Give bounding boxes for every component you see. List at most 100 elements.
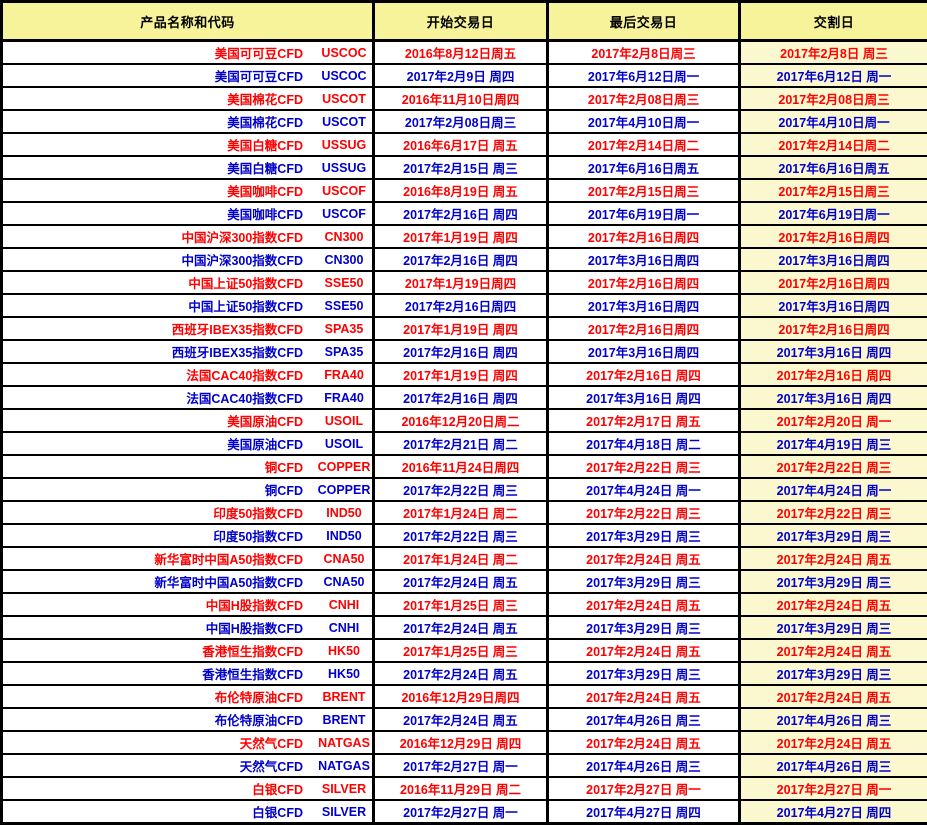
cell-product[interactable]: 香港恒生指数CFDHK50mar17	[2, 662, 374, 685]
table-row[interactable]: 印度50指数CFDIND50feb172017年1月24日 周二2017年2月2…	[2, 501, 927, 524]
table-row[interactable]: 美国咖啡CFDUSCOFmar172016年8月19日 周五2017年2月15日…	[2, 179, 927, 202]
cell-settlement-date[interactable]: 2017年2月08日周三	[740, 87, 927, 110]
cell-product[interactable]: 新华富时中国A50指数CFDCNA50mar17	[2, 570, 374, 593]
cell-last-trade-date[interactable]: 2017年3月16日 周四	[548, 386, 740, 409]
cell-last-trade-date[interactable]: 2017年4月24日 周一	[548, 478, 740, 501]
table-row[interactable]: 法国CAC40指数CFDFRA40feb172017年1月19日 周四2017年…	[2, 363, 927, 386]
cell-settlement-date[interactable]: 2017年3月16日周四	[740, 248, 927, 271]
cell-start-date[interactable]: 2017年2月16日 周四	[374, 248, 548, 271]
cell-product[interactable]: 印度50指数CFDIND50mar17	[2, 524, 374, 547]
cell-start-date[interactable]: 2017年2月16日 周四	[374, 202, 548, 225]
cell-last-trade-date[interactable]: 2017年4月10日周一	[548, 110, 740, 133]
cell-last-trade-date[interactable]: 2017年2月24日 周五	[548, 547, 740, 570]
cell-settlement-date[interactable]: 2017年6月16日周五	[740, 156, 927, 179]
cell-product[interactable]: 中国沪深300指数CFDCN300feb17	[2, 225, 374, 248]
cell-product[interactable]: 白银CFDSILVERmay17	[2, 800, 374, 824]
cell-start-date[interactable]: 2016年12月20日周二	[374, 409, 548, 432]
cell-product[interactable]: 布伦特原油CFDBRENTapr17	[2, 685, 374, 708]
table-row[interactable]: 美国白糖CFDUSSUGjul172017年2月15日 周三2017年6月16日…	[2, 156, 927, 179]
table-row[interactable]: 中国沪深300指数CFDCN300mar172017年2月16日 周四2017年…	[2, 248, 927, 271]
cell-last-trade-date[interactable]: 2017年2月24日 周五	[548, 593, 740, 616]
cell-settlement-date[interactable]: 2017年2月16日周四	[740, 225, 927, 248]
cell-settlement-date[interactable]: 2017年2月22日 周三	[740, 501, 927, 524]
cell-product[interactable]: 美国棉花CFDUSCOTmay17	[2, 110, 374, 133]
cell-product[interactable]: 新华富时中国A50指数CFDCNA50feb17	[2, 547, 374, 570]
cell-settlement-date[interactable]: 2017年6月12日 周一	[740, 64, 927, 87]
cell-last-trade-date[interactable]: 2017年2月22日 周三	[548, 501, 740, 524]
cell-settlement-date[interactable]: 2017年2月8日 周三	[740, 41, 927, 65]
table-row[interactable]: 美国白糖CFDUSSUGmar172016年6月17日 周五2017年2月14日…	[2, 133, 927, 156]
table-row[interactable]: 美国咖啡CFDUSCOFjul172017年2月16日 周四2017年6月19日…	[2, 202, 927, 225]
cell-product[interactable]: 西班牙IBEX35指数CFDSPA35feb17	[2, 317, 374, 340]
cell-start-date[interactable]: 2017年1月24日 周二	[374, 547, 548, 570]
table-row[interactable]: 中国上证50指数CFDSSE50feb172017年1月19日周四2017年2月…	[2, 271, 927, 294]
cell-settlement-date[interactable]: 2017年2月22日 周三	[740, 455, 927, 478]
cell-start-date[interactable]: 2017年2月16日周四	[374, 294, 548, 317]
cell-product[interactable]: 美国原油CFDUSOILmar17	[2, 409, 374, 432]
cell-product[interactable]: 美国白糖CFDUSSUGjul17	[2, 156, 374, 179]
cell-start-date[interactable]: 2017年2月24日 周五	[374, 708, 548, 731]
table-row[interactable]: 美国棉花CFDUSCOTmar172016年11月10日周四2017年2月08日…	[2, 87, 927, 110]
cell-start-date[interactable]: 2017年1月19日 周四	[374, 363, 548, 386]
cell-start-date[interactable]: 2017年2月24日 周五	[374, 662, 548, 685]
cell-product[interactable]: 中国上证50指数CFDSSE50feb17	[2, 271, 374, 294]
cell-product[interactable]: 中国H股指数CFDCNHImar17	[2, 616, 374, 639]
cell-last-trade-date[interactable]: 2017年3月29日 周三	[548, 524, 740, 547]
table-row[interactable]: 香港恒生指数CFDHK50mar172017年2月24日 周五 2017年3月29…	[2, 662, 927, 685]
cell-settlement-date[interactable]: 2017年4月24日 周一	[740, 478, 927, 501]
table-row[interactable]: 美国可可豆CFDUSCOCjul172017年2月9日 周四2017年6月12日…	[2, 64, 927, 87]
cell-product[interactable]: 布伦特原油CFDBRENTjun17	[2, 708, 374, 731]
table-row[interactable]: 美国原油CFDUSOILmar172016年12月20日周二2017年2月17日…	[2, 409, 927, 432]
cell-start-date[interactable]: 2017年2月22日 周三	[374, 478, 548, 501]
table-row[interactable]: 布伦特原油CFDBRENTapr172016年12月29日周四2017年2月24…	[2, 685, 927, 708]
table-row[interactable]: 中国H股指数CFDCNHIfeb172017年1月25日 周三2017年2月24…	[2, 593, 927, 616]
cell-product[interactable]: 香港恒生指数CFDHK50feb17	[2, 639, 374, 662]
cell-start-date[interactable]: 2016年6月17日 周五	[374, 133, 548, 156]
cell-last-trade-date[interactable]: 2017年2月16日周四	[548, 225, 740, 248]
cell-product[interactable]: 美国棉花CFDUSCOTmar17	[2, 87, 374, 110]
cell-product[interactable]: 中国沪深300指数CFDCN300mar17	[2, 248, 374, 271]
cell-last-trade-date[interactable]: 2017年3月16日周四	[548, 294, 740, 317]
cell-product[interactable]: 美国咖啡CFDUSCOFjul17	[2, 202, 374, 225]
cell-last-trade-date[interactable]: 2017年2月16日周四	[548, 317, 740, 340]
cell-product[interactable]: 铜CFDCOPPERmay17	[2, 478, 374, 501]
cell-settlement-date[interactable]: 2017年3月16日周四	[740, 294, 927, 317]
table-row[interactable]: 白银CFDSILVERmay172017年2月27日 周一 2017年4月27日 …	[2, 800, 927, 824]
cell-settlement-date[interactable]: 2017年3月29日 周三	[740, 616, 927, 639]
table-row[interactable]: 中国H股指数CFDCNHImar172017年2月24日 周五 2017年3月29…	[2, 616, 927, 639]
cell-last-trade-date[interactable]: 2017年2月14日周二	[548, 133, 740, 156]
cell-start-date[interactable]: 2016年8月12日周五	[374, 41, 548, 65]
cell-last-trade-date[interactable]: 2017年4月18日 周二	[548, 432, 740, 455]
cell-start-date[interactable]: 2016年12月29日 周四	[374, 731, 548, 754]
cell-settlement-date[interactable]: 2017年3月29日 周三	[740, 662, 927, 685]
cell-start-date[interactable]: 2017年2月21日 周二	[374, 432, 548, 455]
cell-settlement-date[interactable]: 2017年3月16日 周四	[740, 340, 927, 363]
cell-last-trade-date[interactable]: 2017年2月16日 周四	[548, 363, 740, 386]
cell-product[interactable]: 法国CAC40指数CFDFRA40mar17	[2, 386, 374, 409]
cell-product[interactable]: 美国原油CFDUSOILmay17	[2, 432, 374, 455]
cell-start-date[interactable]: 2016年11月24日周四	[374, 455, 548, 478]
cell-settlement-date[interactable]: 2017年4月26日 周三	[740, 754, 927, 777]
cell-start-date[interactable]: 2017年2月27日 周一	[374, 800, 548, 824]
cell-product[interactable]: 铜CFDCOPPERmar17	[2, 455, 374, 478]
table-row[interactable]: 中国上证50指数CFDSSE50mar172017年2月16日周四2017年3月…	[2, 294, 927, 317]
cell-last-trade-date[interactable]: 2017年2月22日 周三	[548, 455, 740, 478]
table-row[interactable]: 西班牙IBEX35指数CFDSPA35mar172017年2月16日 周四201…	[2, 340, 927, 363]
cell-last-trade-date[interactable]: 2017年3月16日周四	[548, 248, 740, 271]
cell-last-trade-date[interactable]: 2017年2月17日 周五	[548, 409, 740, 432]
cell-product[interactable]: 美国咖啡CFDUSCOFmar17	[2, 179, 374, 202]
cell-settlement-date[interactable]: 2017年2月14日周二	[740, 133, 927, 156]
cell-last-trade-date[interactable]: 2017年2月15日周三	[548, 179, 740, 202]
cell-start-date[interactable]: 2017年2月24日 周五	[374, 570, 548, 593]
cell-last-trade-date[interactable]: 2017年2月16日周四	[548, 271, 740, 294]
cell-product[interactable]: 中国上证50指数CFDSSE50mar17	[2, 294, 374, 317]
cell-start-date[interactable]: 2017年2月24日 周五	[374, 616, 548, 639]
table-row[interactable]: 布伦特原油CFDBRENTjun172017年2月24日 周五2017年4月26…	[2, 708, 927, 731]
cell-product[interactable]: 西班牙IBEX35指数CFDSPA35mar17	[2, 340, 374, 363]
cell-settlement-date[interactable]: 2017年4月27日 周四	[740, 800, 927, 824]
cell-product[interactable]: 天然气CFDNATGASmay17	[2, 754, 374, 777]
table-row[interactable]: 新华富时中国A50指数CFDCNA50mar172017年2月24日 周五201…	[2, 570, 927, 593]
table-row[interactable]: 新华富时中国A50指数CFDCNA50feb172017年1月24日 周二201…	[2, 547, 927, 570]
cell-start-date[interactable]: 2017年2月9日 周四	[374, 64, 548, 87]
table-row[interactable]: 美国原油CFDUSOILmay172017年2月21日 周二2017年4月18日…	[2, 432, 927, 455]
